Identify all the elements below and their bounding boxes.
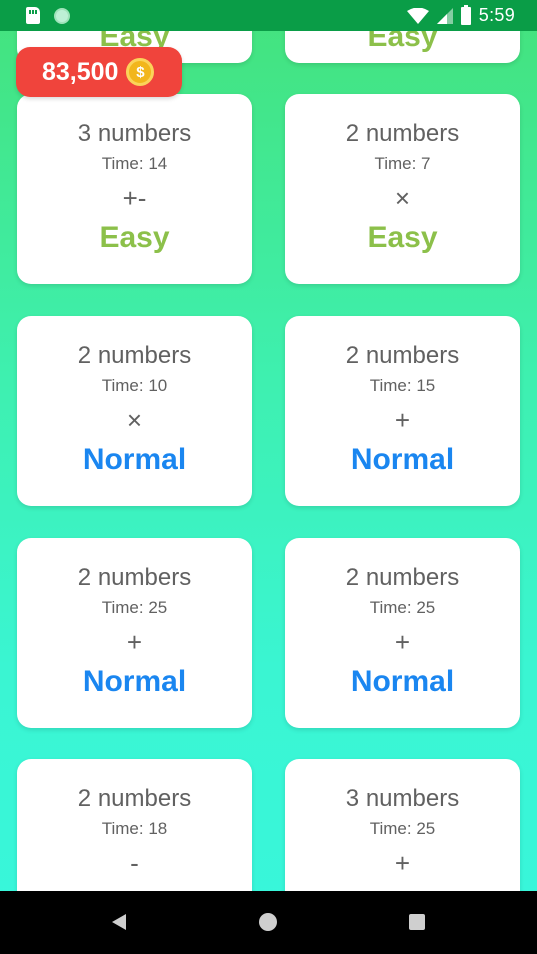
level-card[interactable]: 2 numbers Time: 25 + Normal: [285, 538, 520, 728]
recent-apps-icon[interactable]: [409, 914, 425, 930]
level-card[interactable]: 2 numbers Time: 25 + Normal: [17, 538, 252, 728]
time-limit: Time: 10: [101, 376, 168, 395]
difficulty-label: Easy: [367, 221, 438, 254]
operator-symbol: +: [394, 627, 411, 657]
level-card[interactable]: 2 numbers Time: 15 + Normal: [285, 316, 520, 506]
coin-amount: 83,500: [42, 57, 119, 86]
numbers-count: 3 numbers: [77, 120, 192, 147]
signal-icon: [436, 7, 453, 24]
coin-balance-badge: 83,500 $: [16, 47, 182, 97]
difficulty-label: Easy: [99, 221, 170, 254]
difficulty-label: Normal: [350, 665, 455, 698]
wifi-icon: [406, 7, 429, 24]
difficulty-label: Normal: [82, 443, 187, 476]
time-limit: Time: 15: [369, 376, 436, 395]
time-limit: Time: 25: [369, 598, 436, 617]
operator-symbol: +-: [122, 183, 147, 213]
operator-symbol: ×: [394, 183, 411, 213]
sd-card-icon: [26, 7, 40, 24]
numbers-count: 2 numbers: [345, 120, 460, 147]
level-card[interactable]: 2 numbers Time: 10 × Normal: [17, 316, 252, 506]
numbers-count: 2 numbers: [77, 785, 192, 812]
time-limit: Time: 7: [374, 154, 431, 173]
status-bar: 5:59: [0, 0, 537, 31]
status-left-icons: [26, 7, 70, 24]
operator-symbol: -: [130, 848, 139, 878]
time-limit: Time: 25: [101, 598, 168, 617]
numbers-count: 3 numbers: [345, 785, 460, 812]
operator-symbol: +: [394, 405, 411, 435]
home-icon[interactable]: [259, 913, 277, 931]
numbers-count: 2 numbers: [77, 342, 192, 369]
time-limit: Time: 25: [369, 819, 436, 838]
clock: 5:59: [478, 5, 515, 25]
level-card[interactable]: 3 numbers Time: 14 +- Easy: [17, 94, 252, 284]
numbers-count: 2 numbers: [345, 564, 460, 591]
battery-icon: [460, 4, 471, 25]
back-icon[interactable]: [112, 914, 126, 930]
time-limit: Time: 18: [101, 819, 168, 838]
numbers-count: 2 numbers: [345, 342, 460, 369]
difficulty-label: Normal: [82, 665, 187, 698]
coin-icon: $: [126, 58, 155, 86]
operator-symbol: +: [126, 627, 143, 657]
operator-symbol: ×: [126, 405, 143, 435]
level-card[interactable]: 2 numbers Time: 7 × Easy: [285, 94, 520, 284]
time-limit: Time: 14: [101, 154, 168, 173]
status-right-icons: 5:59: [406, 4, 515, 26]
numbers-count: 2 numbers: [77, 564, 192, 591]
operator-symbol: +: [394, 848, 411, 878]
difficulty-label: Normal: [350, 443, 455, 476]
notification-dot-icon: [54, 7, 70, 24]
navigation-bar: [0, 891, 537, 954]
